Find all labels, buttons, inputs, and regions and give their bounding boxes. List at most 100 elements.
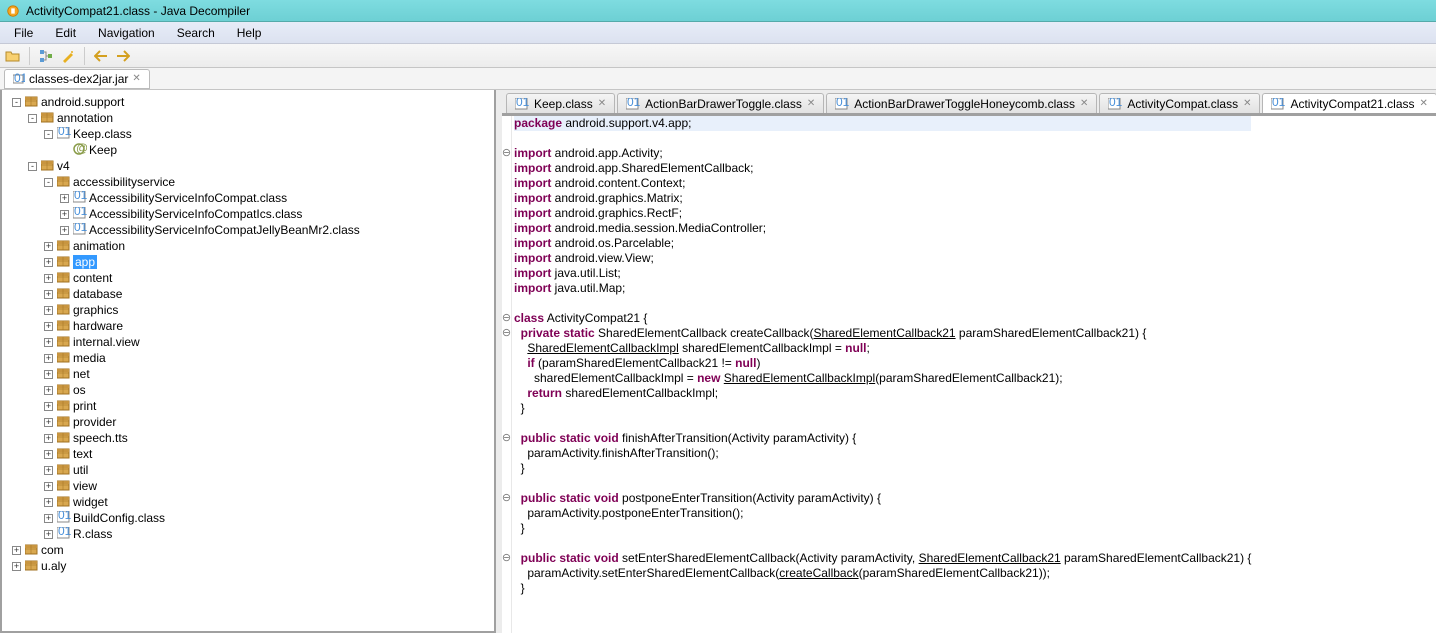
- expand-icon[interactable]: +: [44, 498, 53, 507]
- open-button[interactable]: [4, 47, 22, 65]
- expand-icon[interactable]: +: [44, 402, 53, 411]
- tree-label: app: [73, 255, 97, 269]
- tree-node[interactable]: -android.support: [4, 94, 492, 110]
- editor-tab[interactable]: 010ActionBarDrawerToggleHoneycomb.class✕: [826, 93, 1097, 113]
- tree-node[interactable]: +internal.view: [4, 334, 492, 350]
- fold-gutter[interactable]: ⊖⊖⊖⊖⊖⊖: [502, 116, 512, 633]
- tree-node[interactable]: +print: [4, 398, 492, 414]
- fold-icon[interactable]: ⊖: [502, 326, 511, 341]
- back-button[interactable]: [92, 47, 110, 65]
- close-icon[interactable]: ✕: [1243, 98, 1251, 109]
- expand-icon[interactable]: +: [44, 370, 53, 379]
- editor-tab[interactable]: 010ActivityCompat21.class✕: [1262, 93, 1436, 113]
- package-icon: [57, 367, 71, 382]
- expand-icon[interactable]: +: [44, 274, 53, 283]
- expand-icon[interactable]: +: [44, 530, 53, 539]
- tree-node[interactable]: -010Keep.class: [4, 126, 492, 142]
- tree-label: net: [73, 367, 90, 381]
- tree-label: com: [41, 543, 64, 557]
- package-tree[interactable]: -android.support-annotation-010Keep.clas…: [0, 90, 496, 633]
- collapse-icon[interactable]: -: [44, 130, 53, 139]
- close-icon[interactable]: ✕: [1080, 98, 1088, 109]
- expand-icon[interactable]: +: [44, 290, 53, 299]
- expand-icon[interactable]: +: [44, 482, 53, 491]
- fold-icon[interactable]: ⊖: [502, 146, 511, 161]
- tree-node[interactable]: -v4: [4, 158, 492, 174]
- expand-icon[interactable]: +: [60, 226, 69, 235]
- expand-icon[interactable]: +: [12, 546, 21, 555]
- tree-node[interactable]: +hardware: [4, 318, 492, 334]
- editor-tab[interactable]: 010ActivityCompat.class✕: [1099, 93, 1260, 113]
- tree-node[interactable]: +media: [4, 350, 492, 366]
- collapse-icon[interactable]: -: [28, 114, 37, 123]
- tree-node[interactable]: + net: [4, 366, 492, 382]
- tree-label: Keep: [89, 143, 117, 157]
- expand-icon[interactable]: +: [44, 242, 53, 251]
- tree-label: widget: [73, 495, 108, 509]
- tree-node[interactable]: +provider: [4, 414, 492, 430]
- fold-icon[interactable]: ⊖: [502, 491, 511, 506]
- tree-node[interactable]: +graphics: [4, 302, 492, 318]
- expand-icon[interactable]: +: [44, 258, 53, 267]
- tree-node[interactable]: + app: [4, 254, 492, 270]
- tree-node[interactable]: - accessibilityservice: [4, 174, 492, 190]
- expand-icon[interactable]: +: [60, 210, 69, 219]
- tree-node[interactable]: +010BuildConfig.class: [4, 510, 492, 526]
- tree-node[interactable]: +010AccessibilityServiceInfoCompatIcs.cl…: [4, 206, 492, 222]
- expand-icon[interactable]: +: [12, 562, 21, 571]
- expand-icon[interactable]: +: [44, 386, 53, 395]
- fold-icon[interactable]: ⊖: [502, 311, 511, 326]
- tree-node[interactable]: +010AccessibilityServiceInfoCompat.class: [4, 190, 492, 206]
- menu-navigation[interactable]: Navigation: [88, 24, 165, 42]
- tree-node[interactable]: +010AccessibilityServiceInfoCompatJellyB…: [4, 222, 492, 238]
- tree-node[interactable]: +animation: [4, 238, 492, 254]
- tree-node[interactable]: +speech.tts: [4, 430, 492, 446]
- expand-icon[interactable]: +: [44, 338, 53, 347]
- tree-node[interactable]: @Keep: [4, 142, 492, 158]
- collapse-icon[interactable]: -: [28, 162, 37, 171]
- fold-icon[interactable]: ⊖: [502, 551, 511, 566]
- close-icon[interactable]: ✕: [598, 98, 606, 109]
- tree-node[interactable]: + widget: [4, 494, 492, 510]
- menu-search[interactable]: Search: [167, 24, 225, 42]
- tree-node[interactable]: +os: [4, 382, 492, 398]
- editor-tab[interactable]: 010Keep.class✕: [506, 93, 615, 113]
- tree-node[interactable]: +view: [4, 478, 492, 494]
- expand-icon[interactable]: +: [44, 514, 53, 523]
- close-icon[interactable]: ✕: [1420, 98, 1428, 109]
- tree-node[interactable]: +database: [4, 286, 492, 302]
- tree-node[interactable]: +010R.class: [4, 526, 492, 542]
- expand-icon[interactable]: +: [44, 434, 53, 443]
- tree-button[interactable]: [37, 47, 55, 65]
- expand-icon[interactable]: +: [44, 306, 53, 315]
- menu-edit[interactable]: Edit: [45, 24, 86, 42]
- wand-button[interactable]: [59, 47, 77, 65]
- file-tab[interactable]: 010 classes-dex2jar.jar ✕: [4, 69, 150, 89]
- tree-node[interactable]: +u.aly: [4, 558, 492, 574]
- tree-node[interactable]: -annotation: [4, 110, 492, 126]
- close-icon[interactable]: ✕: [132, 73, 140, 84]
- editor-tab-label: ActionBarDrawerToggleHoneycomb.class: [854, 97, 1075, 111]
- fold-icon[interactable]: ⊖: [502, 431, 511, 446]
- expand-icon[interactable]: +: [44, 450, 53, 459]
- expand-icon[interactable]: +: [44, 322, 53, 331]
- svg-text:010: 010: [14, 73, 25, 85]
- tree-node[interactable]: +text: [4, 446, 492, 462]
- code-line: import android.app.SharedElementCallback…: [514, 161, 1251, 176]
- menu-help[interactable]: Help: [227, 24, 272, 42]
- tree-node[interactable]: +util: [4, 462, 492, 478]
- tree-node[interactable]: + com: [4, 542, 492, 558]
- collapse-icon[interactable]: -: [44, 178, 53, 187]
- menu-file[interactable]: File: [4, 24, 43, 42]
- close-icon[interactable]: ✕: [807, 98, 815, 109]
- collapse-icon[interactable]: -: [12, 98, 21, 107]
- expand-icon[interactable]: +: [44, 418, 53, 427]
- expand-icon[interactable]: +: [60, 194, 69, 203]
- code-view[interactable]: ⊖⊖⊖⊖⊖⊖ package android.support.v4.app; i…: [502, 114, 1436, 633]
- expand-icon[interactable]: +: [44, 466, 53, 475]
- expand-icon[interactable]: +: [44, 354, 53, 363]
- tree-label: accessibilityservice: [73, 175, 175, 189]
- tree-node[interactable]: +content: [4, 270, 492, 286]
- forward-button[interactable]: [114, 47, 132, 65]
- editor-tab[interactable]: 010ActionBarDrawerToggle.class✕: [617, 93, 824, 113]
